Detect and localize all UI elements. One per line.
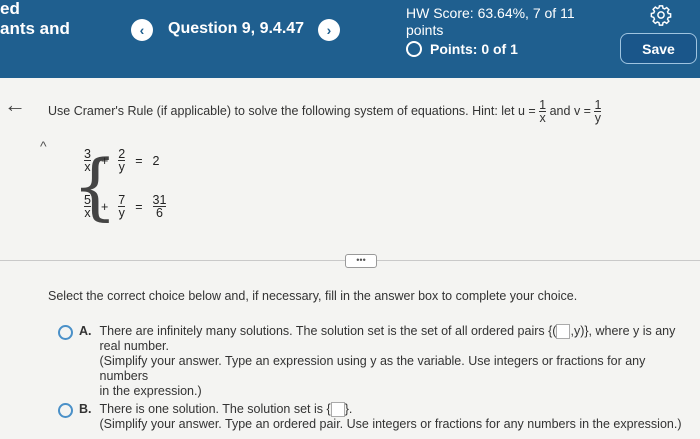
eq1-term-b: 2y <box>118 147 126 174</box>
hint-v-numerator: 1 <box>594 98 602 112</box>
equation-1: 3x + 2y = 2 <box>84 148 159 173</box>
hint-u-numerator: 1 <box>539 98 547 112</box>
hint-u-denominator: x <box>539 111 546 125</box>
eq2-rhs: 31 6 <box>152 193 167 220</box>
instruction-text: Use Cramer's Rule (if applicable) to sol… <box>48 103 536 118</box>
choice-a-letter: A. <box>79 324 92 338</box>
choice-b-letter: B. <box>79 402 92 416</box>
eq2-b-numerator: 7 <box>118 193 126 207</box>
eq2-equals: = <box>135 199 143 214</box>
course-title-line2: ants and <box>0 19 70 38</box>
gear-icon[interactable] <box>650 4 672 26</box>
points-circle-icon <box>406 41 422 57</box>
hint-v-denominator: y <box>594 111 602 125</box>
eq1-equals: = <box>135 153 143 168</box>
choice-a-note-line2: in the expression.) <box>99 384 202 399</box>
choice-prompt: Select the correct choice below and, if … <box>48 289 578 303</box>
eq2-plus: + <box>100 199 109 214</box>
choice-a-note-line1: (Simplify your answer. Type an expressio… <box>99 354 646 384</box>
points-status: Points: 0 of 1 <box>406 41 518 57</box>
eq2-a-denominator: x <box>84 206 91 220</box>
collapse-caret-icon[interactable]: ^ <box>40 138 47 154</box>
hw-score: HW Score: 63.64%, 7 of 11 points <box>406 5 575 39</box>
course-title-line1: ed <box>0 0 20 18</box>
eq2-rhs-numerator: 31 <box>152 193 167 207</box>
hint-v-fraction: 1y <box>594 98 602 125</box>
eq1-b-numerator: 2 <box>118 147 126 161</box>
expand-dots-button[interactable]: ••• <box>345 254 377 268</box>
eq2-b-denominator: y <box>118 206 125 220</box>
choice-b-note: (Simplify your answer. Type an ordered p… <box>99 417 682 432</box>
equation-2: 5x + 7y = 31 6 <box>84 193 167 220</box>
eq1-a-numerator: 3 <box>84 147 91 161</box>
choice-b-set-close: }. <box>344 402 353 416</box>
choice-b[interactable]: B. There is one solution. The solution s… <box>58 402 688 432</box>
hint-and: and v = <box>549 103 591 118</box>
eq1-term-a: 3x <box>84 148 91 173</box>
choice-a-body: There are infinitely many solutions. The… <box>100 324 689 399</box>
choice-b-answer-box[interactable] <box>330 402 345 418</box>
choice-a[interactable]: A. There are infinitely many solutions. … <box>58 324 688 399</box>
hw-score-line1: HW Score: 63.64%, 7 of 11 <box>406 5 575 21</box>
chevron-left-icon: ‹ <box>139 22 145 38</box>
eq1-rhs: 2 <box>152 153 160 168</box>
question-instruction: Use Cramer's Rule (if applicable) to sol… <box>48 98 602 125</box>
eq1-a-denominator: x <box>84 160 91 174</box>
points-label: Points: 0 of 1 <box>430 41 518 57</box>
choice-a-set-open: {( <box>548 324 557 338</box>
eq2-a-numerator: 5 <box>84 193 91 207</box>
eq1-b-denominator: y <box>118 160 125 174</box>
hw-score-line2: points <box>406 22 444 38</box>
choice-b-radio[interactable] <box>58 403 73 418</box>
eq2-rhs-denominator: 6 <box>156 206 163 220</box>
choice-b-text: There is one solution. The solution set … <box>99 402 324 416</box>
header-bar: ed ants and ‹ Question 9, 9.4.47 › HW Sc… <box>0 0 700 78</box>
back-arrow-icon[interactable]: ← <box>4 92 26 118</box>
save-button[interactable]: Save <box>620 33 697 64</box>
choice-a-text: There are infinitely many solutions. The… <box>99 324 545 338</box>
course-title: ed ants and <box>0 0 70 38</box>
next-question-button[interactable]: › <box>318 19 340 41</box>
choice-a-answer-box[interactable] <box>556 324 571 340</box>
choice-a-text-line2: real number. <box>99 339 169 354</box>
choice-a-set-close: ,y)} <box>570 324 589 338</box>
choice-a-radio[interactable] <box>58 325 73 340</box>
eq1-plus: + <box>100 153 109 168</box>
question-title: Question 9, 9.4.47 <box>168 20 305 37</box>
previous-question-button[interactable]: ‹ <box>131 19 153 41</box>
eq2-term-b: 7y <box>118 193 126 220</box>
equation-system: { 3x + 2y = 2 5x + 7y = 31 6 <box>70 142 220 232</box>
eq2-term-a: 5x <box>84 194 91 219</box>
chevron-right-icon: › <box>326 22 332 38</box>
choice-a-text-tail: , where y is any <box>588 324 676 338</box>
hint-u-fraction: 1x <box>539 98 547 125</box>
choice-b-body: There is one solution. The solution set … <box>100 402 682 432</box>
